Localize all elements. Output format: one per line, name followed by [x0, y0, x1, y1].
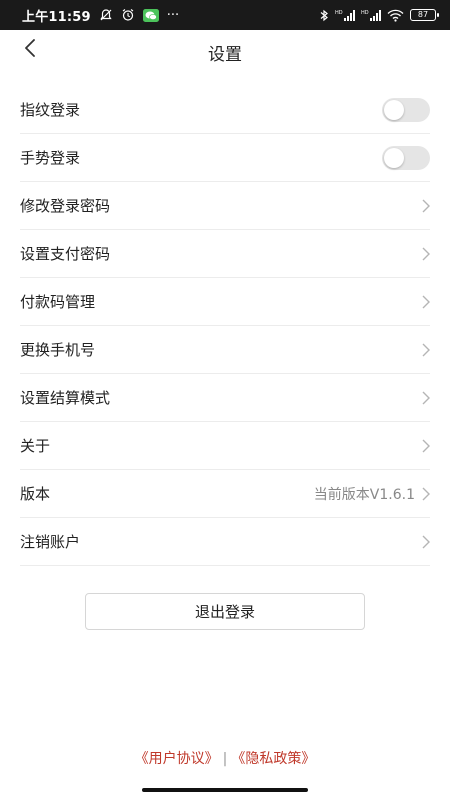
- settings-row-set-payment-password[interactable]: 设置支付密码: [20, 230, 430, 278]
- row-label: 手势登录: [20, 149, 81, 167]
- chevron-right-icon: [416, 198, 430, 214]
- page-title: 设置: [208, 45, 242, 65]
- signal-hd-icon: HD: [335, 9, 355, 22]
- muted-bell-icon: [99, 8, 113, 22]
- row-right: [382, 97, 430, 122]
- chevron-right-icon: [416, 486, 430, 502]
- settings-row-payment-code-management[interactable]: 付款码管理: [20, 278, 430, 326]
- row-label: 版本: [20, 485, 51, 503]
- chevron-right-icon: [416, 246, 430, 262]
- row-right: [416, 198, 430, 214]
- header: 设置: [0, 30, 450, 70]
- battery-icon: 87: [410, 9, 439, 21]
- row-label: 设置结算模式: [20, 389, 111, 407]
- settings-row-cancel-account[interactable]: 注销账户: [20, 518, 430, 566]
- more-dots-icon: ···: [166, 7, 180, 23]
- row-right: [416, 534, 430, 550]
- settings-row-version[interactable]: 版本 当前版本V1.6.1: [20, 470, 430, 518]
- chevron-right-icon: [416, 438, 430, 454]
- row-label: 关于: [20, 437, 51, 455]
- status-bar: 上午11:59 ··· HD HD 87: [0, 0, 450, 30]
- row-right: [416, 294, 430, 310]
- wechat-icon: [142, 8, 159, 22]
- settings-row-settlement-mode[interactable]: 设置结算模式: [20, 374, 430, 422]
- user-agreement-link[interactable]: 《用户协议》: [135, 751, 219, 767]
- signal-hd-label: HD: [361, 10, 369, 16]
- bluetooth-icon: [320, 9, 329, 22]
- privacy-policy-link[interactable]: 《隐私政策》: [231, 751, 315, 767]
- version-value: 当前版本V1.6.1: [313, 486, 415, 503]
- status-right: HD HD 87: [320, 9, 439, 22]
- settings-list: 指纹登录 手势登录 修改登录密码 设置支付密码 付款码管理 更换手机号 设置结算…: [20, 86, 430, 566]
- row-right: [382, 145, 430, 170]
- chevron-right-icon: [416, 342, 430, 358]
- row-right: [416, 246, 430, 262]
- row-right: [416, 390, 430, 406]
- row-label: 更换手机号: [20, 341, 96, 359]
- chevron-right-icon: [416, 534, 430, 550]
- row-right: 当前版本V1.6.1: [314, 484, 430, 504]
- row-right: [416, 342, 430, 358]
- settings-row-change-phone-number[interactable]: 更换手机号: [20, 326, 430, 374]
- settings-row-gesture-login: 手势登录: [20, 134, 430, 182]
- footer-links: 《用户协议》 | 《隐私政策》: [0, 748, 450, 768]
- row-label: 设置支付密码: [20, 245, 111, 263]
- row-label: 注销账户: [20, 533, 81, 551]
- wifi-icon: [387, 9, 404, 22]
- fingerprint-login-toggle[interactable]: [382, 97, 430, 122]
- home-indicator[interactable]: [142, 788, 308, 792]
- settings-row-about[interactable]: 关于: [20, 422, 430, 470]
- chevron-right-icon: [416, 294, 430, 310]
- row-right: [416, 438, 430, 454]
- status-time: 上午11:59: [22, 9, 91, 25]
- toggle-knob: [384, 99, 404, 120]
- chevron-right-icon: [416, 390, 430, 406]
- row-label: 付款码管理: [20, 293, 96, 311]
- logout-button[interactable]: 退出登录: [85, 593, 365, 630]
- status-left: 上午11:59 ···: [22, 6, 179, 25]
- footer-separator: |: [222, 751, 228, 767]
- gesture-login-toggle[interactable]: [382, 145, 430, 170]
- toggle-knob: [384, 147, 404, 168]
- alarm-icon: [121, 8, 135, 22]
- settings-row-change-login-password[interactable]: 修改登录密码: [20, 182, 430, 230]
- row-label: 修改登录密码: [20, 197, 111, 215]
- signal-hd-label: HD: [335, 10, 343, 16]
- signal-hd-icon: HD: [361, 9, 381, 22]
- settings-row-fingerprint-login: 指纹登录: [20, 86, 430, 134]
- row-label: 指纹登录: [20, 101, 81, 119]
